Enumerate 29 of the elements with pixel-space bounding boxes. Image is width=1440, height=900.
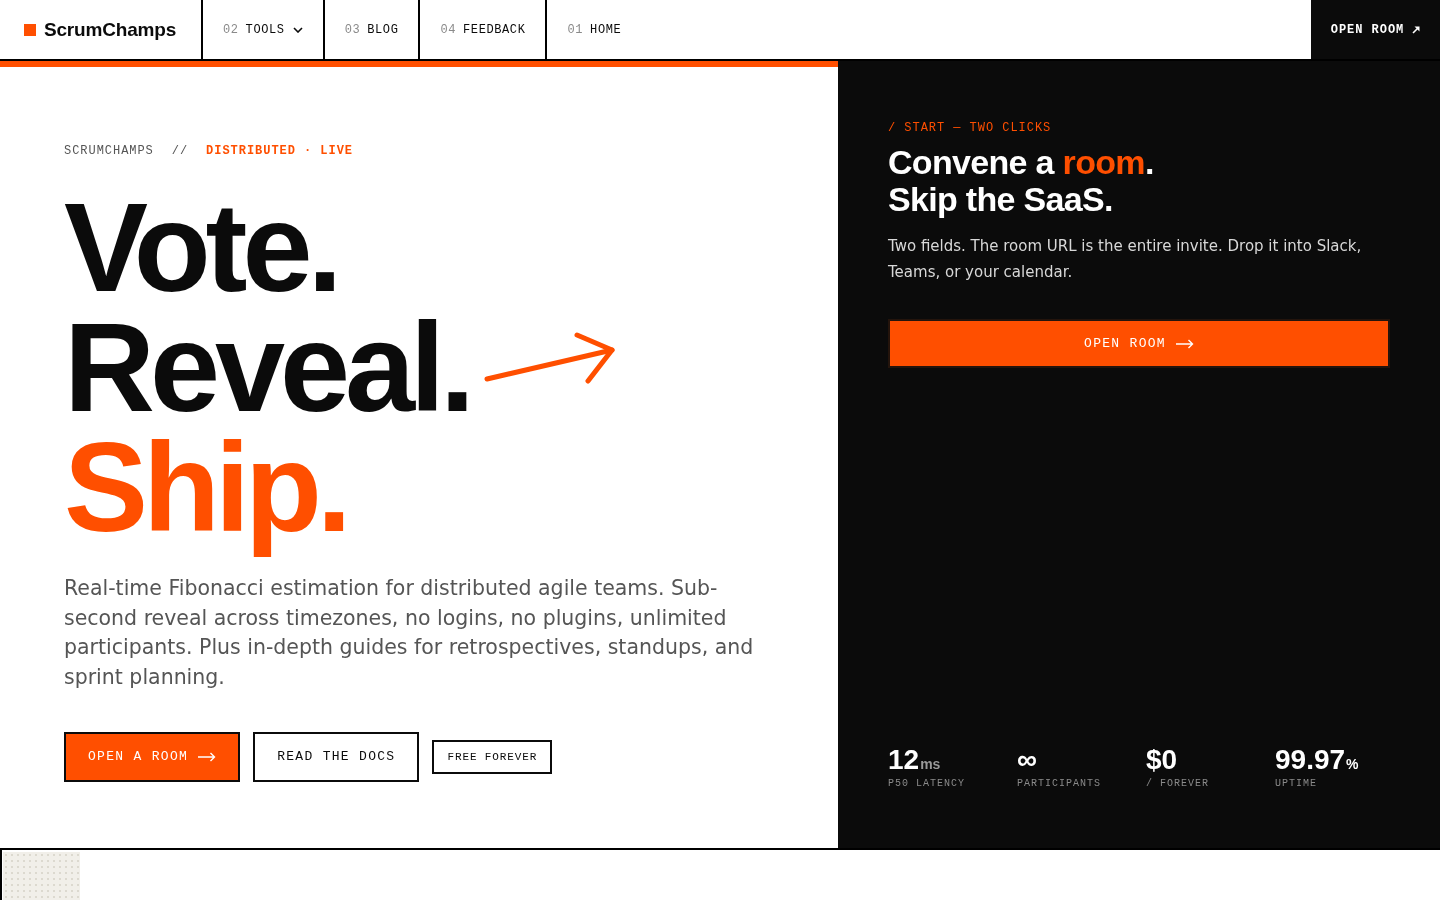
hero-description: Real-time Fibonacci estimation for distributed agile teams. Sub-second reveal across timezones, no logins, no plugins, unlimited participants. Plus in-depth guides for retrospectives, standups, and sprint planning. (64, 575, 755, 691)
section-eyebrow: / START — TWO CLICKS (888, 122, 1053, 134)
stat-value: ∞ (1017, 746, 1037, 774)
stat-unit: % (1346, 757, 1359, 771)
eyebrow-text: SCRUMCHAMPS (64, 145, 154, 157)
pricing-badge: FREE FOREVER (432, 740, 553, 774)
stat-value: $0 (1146, 746, 1178, 774)
arrow-icon (198, 752, 217, 762)
stat-label: UPTIME (1275, 779, 1318, 789)
docs-button[interactable]: READ THE DOCS (253, 732, 420, 782)
eyebrow-separator: // (171, 145, 189, 157)
nav-link[interactable]: 03 BLOG (322, 0, 419, 59)
open-room-link[interactable]: OPEN ROOM (1311, 0, 1440, 59)
arrow-icon (1412, 25, 1421, 34)
nav-link[interactable]: 01 HOME (545, 0, 642, 59)
stat-unit: ms (920, 757, 941, 771)
panel-heading: Convene a room. Skip the SaaS. (888, 144, 1155, 218)
stat-value: 12 (888, 746, 920, 774)
nav-link[interactable]: 02 TOOLS (201, 0, 323, 59)
eyebrow-tag: DISTRIBUTED · LIVE (206, 145, 353, 157)
stat-value: 99.97 (1275, 746, 1346, 774)
stat-label: / FOREVER (1146, 779, 1210, 789)
logo-text: ScrumChamps (44, 20, 176, 39)
logo-icon (24, 23, 36, 36)
stat-label: PARTICIPANTS (1017, 779, 1102, 789)
panel-description: Two fields. The room URL is the entire invite. Drop it into Slack, Teams, or your calendar. (888, 236, 1363, 283)
nav-link[interactable]: 04 FEEDBACK (418, 0, 546, 59)
stat-label: P50 LATENCY (888, 779, 966, 789)
arrow-icon (1175, 338, 1194, 349)
